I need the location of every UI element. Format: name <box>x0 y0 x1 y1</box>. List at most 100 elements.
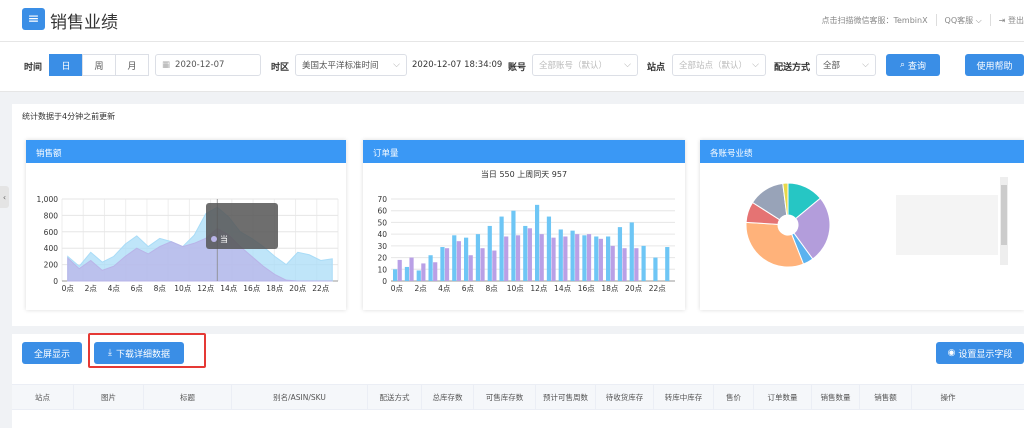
bar-series1 <box>421 263 426 281</box>
x-tick-label: 8点 <box>485 284 498 293</box>
table-header: 站点 图片 标题 别名/ASIN/SKU 配送方式 总库存数 可售库存数 预计可… <box>12 384 1024 410</box>
y-tick-label: 400 <box>44 244 59 253</box>
wechat-service-link[interactable]: 点击扫描微信客服：TembinX <box>821 15 927 26</box>
bar-series1 <box>456 241 461 281</box>
site-label: 站点 <box>647 63 666 73</box>
bar-series1 <box>468 255 473 281</box>
x-tick-label: 8点 <box>154 284 167 293</box>
accounts-card-title: 各账号业绩 <box>700 140 1024 163</box>
x-tick-label: 10点 <box>507 284 525 293</box>
col-inbound[interactable]: 待收货库存 <box>596 385 654 409</box>
x-tick-label: 4点 <box>108 284 121 293</box>
calendar-icon: ▦ <box>162 60 171 70</box>
col-title[interactable]: 标题 <box>144 385 232 409</box>
site-placeholder: 全部站点（默认） <box>679 61 748 71</box>
bar-series0 <box>629 222 634 281</box>
delivery-label: 配送方式 <box>774 63 811 73</box>
x-tick-label: 6点 <box>131 284 144 293</box>
legend-scrollbar-thumb <box>1001 185 1007 245</box>
bar-series1 <box>433 262 438 281</box>
mode-week-button[interactable]: 周 <box>82 54 116 76</box>
sales-card: 销售额 0 200 400 600 800 1,000 0点 2点 4点 6点 8点 10点 12点 14… <box>26 140 346 310</box>
bar-series0 <box>582 235 587 281</box>
col-sku[interactable]: 别名/ASIN/SKU <box>232 385 368 409</box>
bar-series1 <box>492 250 497 281</box>
bar-series0 <box>464 237 469 281</box>
help-button[interactable]: 使用帮助 <box>965 54 1024 76</box>
orders-summary: 当日 550 上周同天 957 <box>481 169 567 179</box>
update-notice: 统计数据于4分钟之前更新 <box>22 112 116 121</box>
bar-series0 <box>606 236 611 281</box>
y-tick-label: 0 <box>382 277 387 286</box>
orders-card-title: 订单量 <box>363 140 685 163</box>
col-sales-amount[interactable]: 销售额 <box>860 385 912 409</box>
qq-service-dropdown[interactable]: QQ客服 ⌵ <box>945 15 982 26</box>
bar-series0 <box>617 227 623 281</box>
x-tick-label: 14点 <box>220 284 238 293</box>
settings-label: 设置显示字段 <box>958 349 1013 360</box>
logout-label: 登出 <box>1008 15 1024 25</box>
col-sales-count[interactable]: 销售数量 <box>812 385 860 409</box>
col-site[interactable]: 站点 <box>12 385 74 409</box>
search-label: 查询 <box>908 61 927 72</box>
y-tick-label: 10 <box>377 265 387 274</box>
bar-series0 <box>499 216 504 281</box>
pie-slice <box>745 221 805 268</box>
tooltip-marker <box>211 236 217 242</box>
x-tick-label: 22点 <box>649 284 667 293</box>
chevron-down-icon: ⌵ <box>862 60 869 70</box>
bar-series1 <box>563 236 568 281</box>
field-settings-button[interactable]: ◉ 设置显示字段 <box>936 342 1024 364</box>
site-select[interactable]: 全部站点（默认） ⌵ <box>672 54 766 76</box>
top-bar: ≡ 销售业绩 点击扫描微信客服：TembinX QQ客服 ⌵ ⇥ 登出 <box>0 0 1024 42</box>
bar-series0 <box>570 230 575 281</box>
account-select[interactable]: 全部账号（默认） ⌵ <box>532 54 638 76</box>
fullscreen-button[interactable]: 全屏显示 <box>22 342 82 364</box>
bar-series0 <box>558 229 563 281</box>
chevron-down-icon: ⌵ <box>752 60 759 70</box>
x-tick-label: 16点 <box>578 284 596 293</box>
bar-series0 <box>641 245 646 281</box>
delivery-select[interactable]: 全部 ⌵ <box>816 54 876 76</box>
mode-month-button[interactable]: 月 <box>115 54 149 76</box>
divider <box>989 14 991 26</box>
col-weeks[interactable]: 预计可售周数 <box>536 385 596 409</box>
accounts-chart <box>745 177 1008 268</box>
col-total-stock[interactable]: 总库存数 <box>422 385 474 409</box>
collapse-sidebar-button[interactable]: ‹ <box>0 186 9 208</box>
col-image[interactable]: 图片 <box>74 385 144 409</box>
x-tick-label: 4点 <box>438 284 451 293</box>
timezone-select[interactable]: 美国太平洋标准时间 ⌵ <box>295 54 407 76</box>
legend-blurred <box>896 195 998 255</box>
date-picker[interactable]: ▦ 2020-12-07 <box>155 54 261 76</box>
col-order-count[interactable]: 订单数量 <box>754 385 812 409</box>
mode-day-button[interactable]: 日 <box>49 54 83 76</box>
qq-service-label: QQ客服 <box>944 15 974 25</box>
filter-bar: 时间 日 周 月 ▦ 2020-12-07 时区 美国太平洋标准时间 ⌵ 202… <box>0 42 1024 92</box>
orders-card: 订单量 当日 550 上周同天 957 0 10 20 30 40 50 60 70 0点 2点 4点… <box>363 140 685 310</box>
sales-card-title: 销售额 <box>26 140 346 163</box>
menu-icon[interactable]: ≡ <box>22 8 45 30</box>
bar-series0 <box>404 266 410 281</box>
bar-series0 <box>487 225 492 281</box>
bar-series0 <box>523 225 528 281</box>
bar-series1 <box>610 245 615 281</box>
settings-icon: ◉ <box>947 348 956 358</box>
col-sellable-stock[interactable]: 可售库存数 <box>474 385 536 409</box>
page-title: 销售业绩 <box>50 13 118 33</box>
col-actions[interactable]: 操作 <box>912 385 984 409</box>
col-transfer[interactable]: 转库中库存 <box>654 385 714 409</box>
x-tick-label: 2点 <box>85 284 98 293</box>
divider <box>935 14 937 26</box>
col-price[interactable]: 售价 <box>714 385 754 409</box>
x-tick-label: 6点 <box>462 284 475 293</box>
delivery-value: 全部 <box>823 61 841 71</box>
x-tick-label: 18点 <box>266 284 284 293</box>
bar-series1 <box>444 248 450 281</box>
logout-link[interactable]: ⇥ 登出 <box>999 15 1024 26</box>
x-tick-label: 18点 <box>601 284 619 293</box>
search-button[interactable]: ⌕ 查询 <box>886 54 940 76</box>
tooltip-label: 当 <box>220 234 228 244</box>
bar-series0 <box>594 236 599 281</box>
col-delivery[interactable]: 配送方式 <box>368 385 422 409</box>
